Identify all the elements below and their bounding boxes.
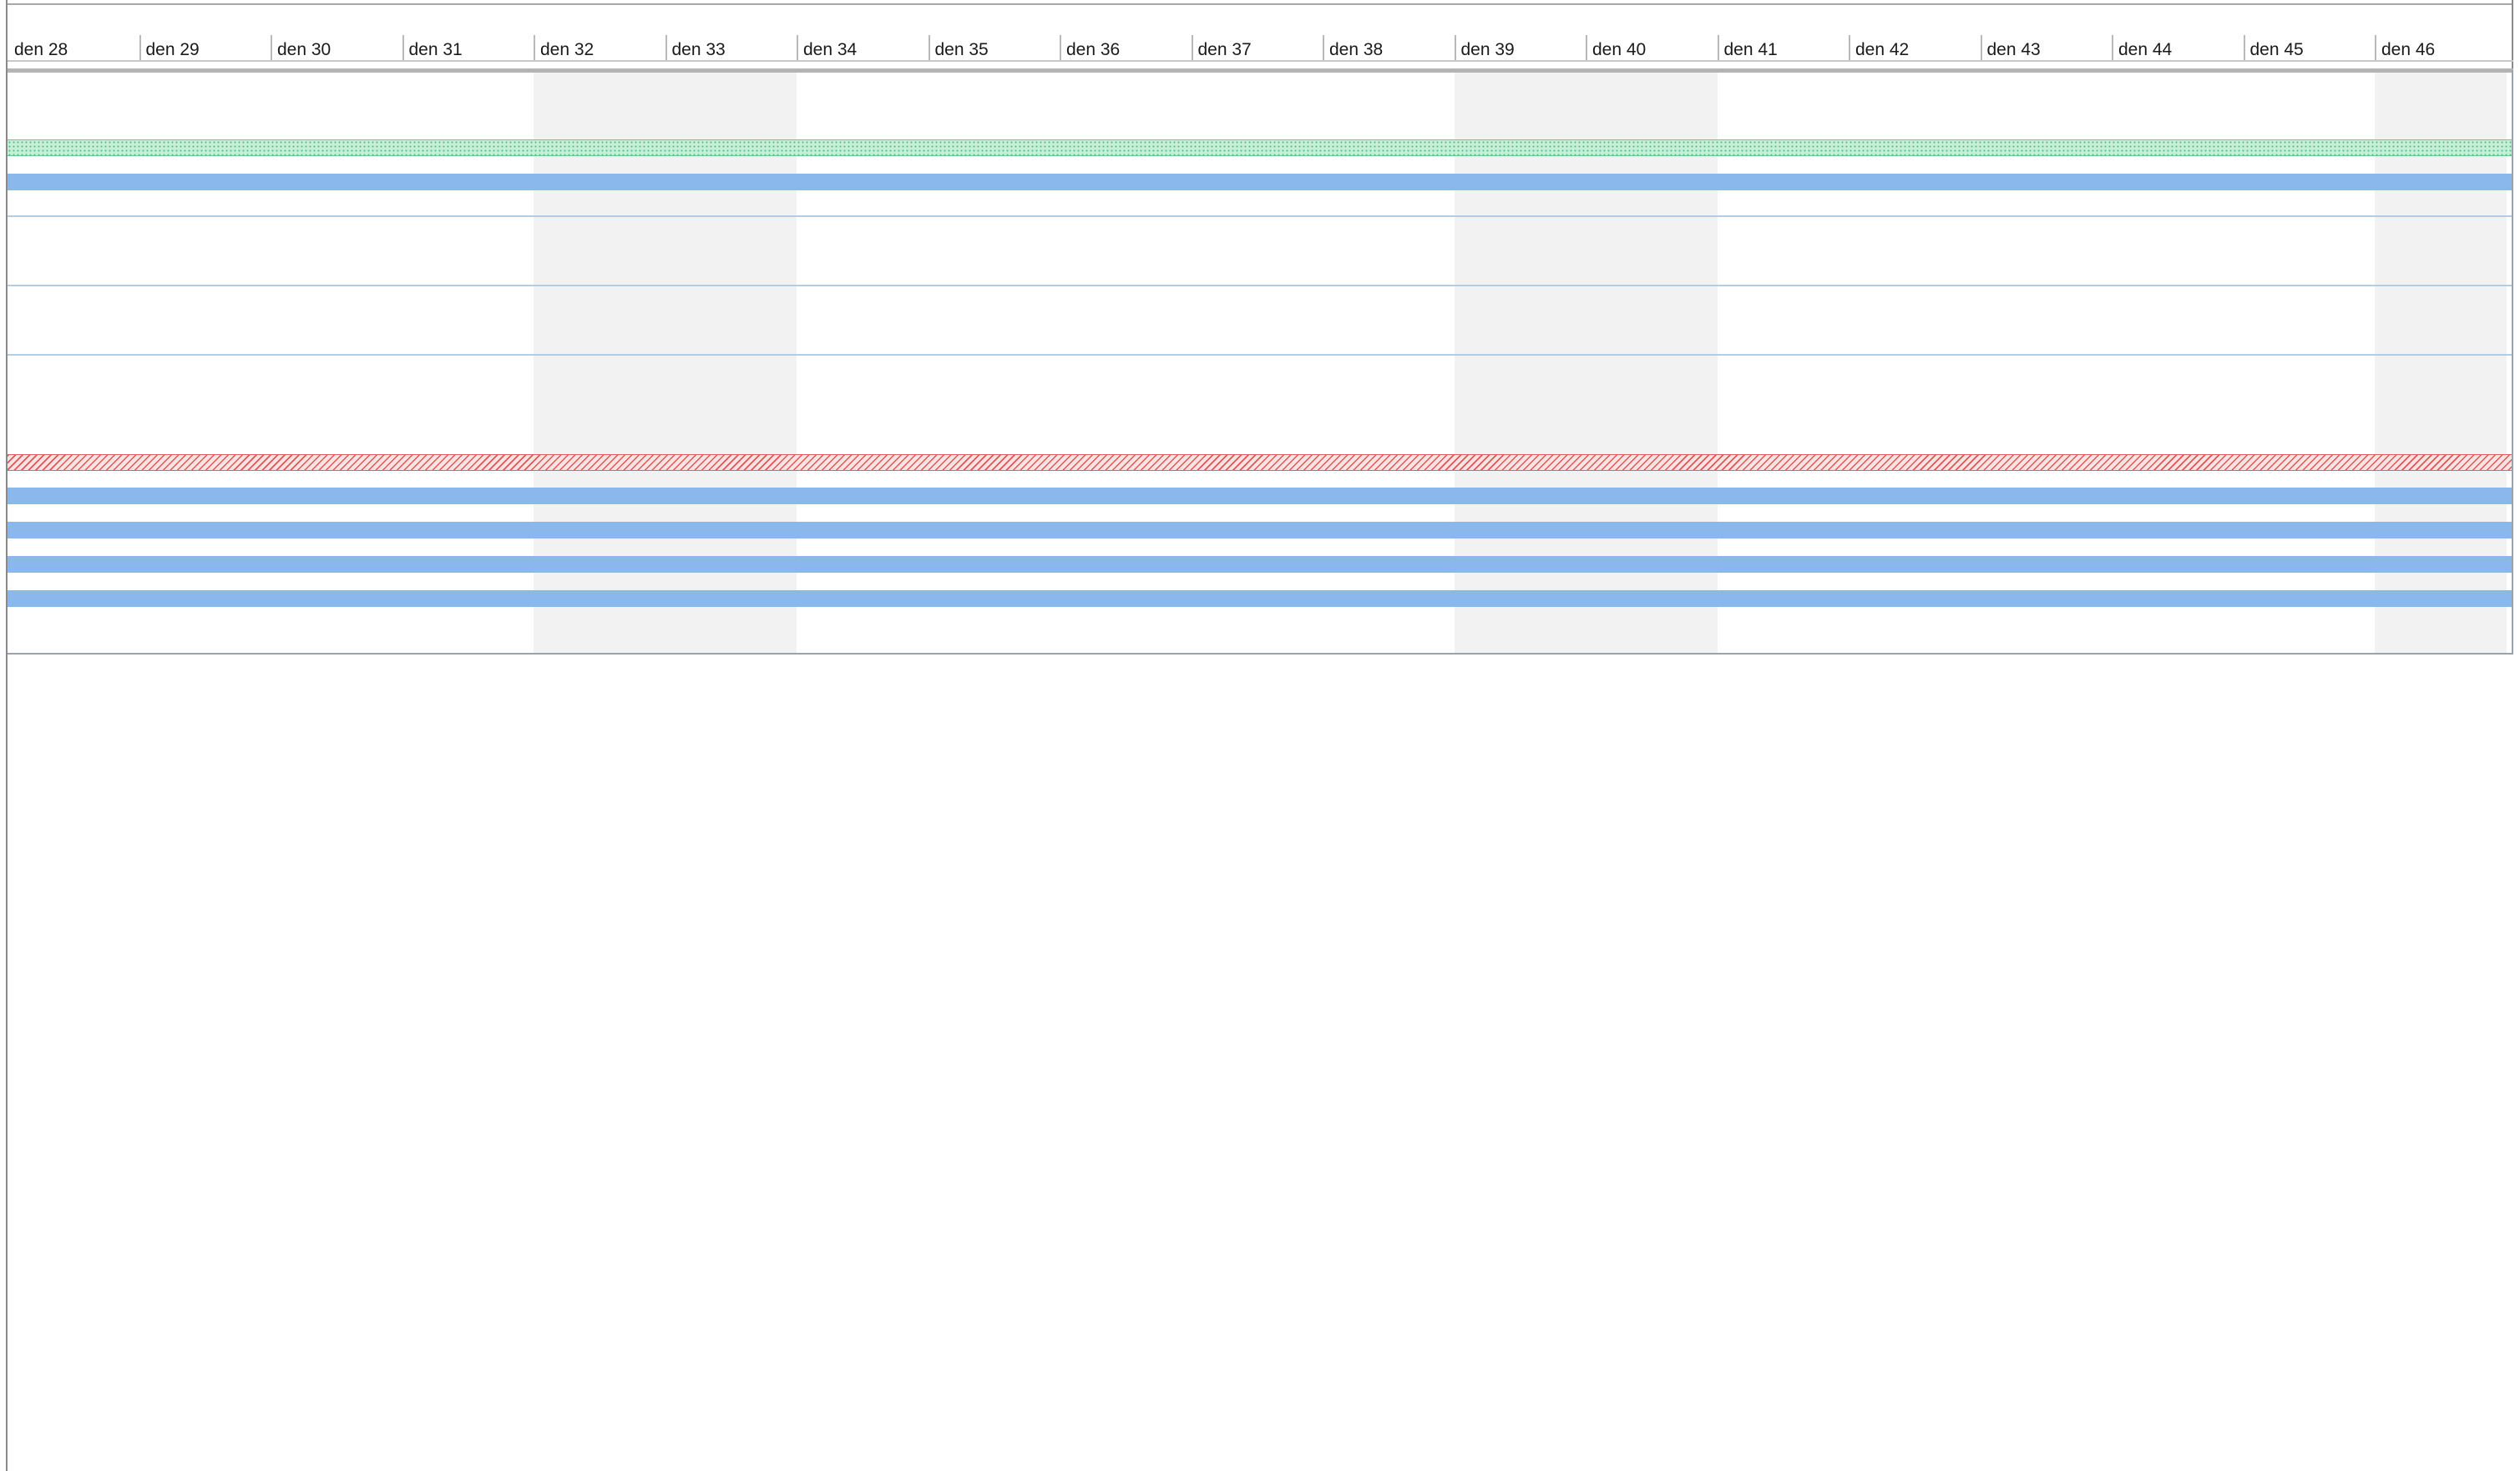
gantt-bar-blue[interactable] [8, 488, 2512, 504]
day-tick [928, 35, 930, 60]
timeline-header: den 28 den 29 den 30 den 31 den 32 den 33 den … [8, 5, 2512, 60]
timeline-day: den 30 [271, 5, 402, 60]
timeline-day: den 42 [1849, 5, 1981, 60]
timeline-day: den 40 [1586, 5, 1718, 60]
gantt-bar-blue[interactable] [8, 590, 2512, 607]
day-tick [1980, 35, 1982, 60]
gantt-bar-blue[interactable] [8, 174, 2512, 190]
timeline-day: den 35 [928, 5, 1060, 60]
day-label: den 44 [2118, 40, 2173, 59]
day-tick [1323, 35, 1324, 60]
day-tick [665, 35, 667, 60]
day-label: den 28 [14, 40, 68, 59]
day-label: den 43 [1986, 40, 2041, 59]
timeline-day: den 28 [8, 5, 139, 60]
day-tick [271, 35, 272, 60]
day-label: den 32 [540, 40, 595, 59]
day-label: den 41 [1723, 40, 1778, 59]
grid-bottom-border [8, 653, 2513, 655]
timeline-day: den 36 [1060, 5, 1192, 60]
row-divider [8, 354, 2512, 356]
grid-right-border [2512, 70, 2513, 655]
timeline-day: den 39 [1454, 5, 1586, 60]
day-label: den 40 [1592, 40, 1647, 59]
gantt-bar-green[interactable] [8, 139, 2512, 156]
timeline-day: den 32 [534, 5, 665, 60]
day-tick [1717, 35, 1719, 60]
timeline-day: den 31 [402, 5, 534, 60]
day-label: den 46 [2381, 40, 2436, 59]
header-separator [8, 60, 2513, 62]
gantt-chart: den 28 den 29 den 30 den 31 den 32 den 33 den … [0, 0, 2520, 1471]
day-label: den 45 [2249, 40, 2304, 59]
row-divider [8, 215, 2512, 217]
timeline-day: den 38 [1323, 5, 1455, 60]
day-tick [2375, 35, 2376, 60]
gantt-grid [8, 73, 2512, 653]
timeline-day: den 46 [2375, 5, 2507, 60]
day-tick [139, 35, 141, 60]
day-label: den 42 [1855, 40, 1910, 59]
day-tick [1060, 35, 1061, 60]
day-label: den 38 [1329, 40, 1384, 59]
timeline-day: den 43 [1980, 5, 2113, 60]
row-divider [8, 285, 2512, 286]
day-tick [402, 35, 404, 60]
timeline-day: den 44 [2112, 5, 2244, 60]
day-label: den 35 [934, 40, 989, 59]
timeline-day: den 45 [2243, 5, 2376, 60]
day-tick [1849, 35, 1850, 60]
day-label: den 29 [145, 40, 200, 59]
day-label: den 33 [671, 40, 726, 59]
timeline-day: den 33 [665, 5, 797, 60]
gantt-bar-blue[interactable] [8, 556, 2512, 573]
timeline-day: den 29 [139, 5, 271, 60]
day-tick [1454, 35, 1456, 60]
timeline-day: den 37 [1191, 5, 1323, 60]
gantt-bar-red[interactable] [8, 454, 2512, 471]
day-label: den 30 [277, 40, 331, 59]
day-tick [534, 35, 535, 60]
day-label: den 37 [1197, 40, 1252, 59]
timeline-day: den 41 [1717, 5, 1850, 60]
day-tick [797, 35, 798, 60]
timeline-day: den 34 [797, 5, 929, 60]
day-label: den 34 [803, 40, 858, 59]
day-label: den 36 [1066, 40, 1121, 59]
day-label: den 31 [408, 40, 463, 59]
day-tick [1191, 35, 1193, 60]
day-tick [2243, 35, 2245, 60]
day-label: den 39 [1460, 40, 1515, 59]
day-tick [2112, 35, 2113, 60]
day-tick [1586, 35, 1587, 60]
gantt-bar-blue[interactable] [8, 522, 2512, 538]
